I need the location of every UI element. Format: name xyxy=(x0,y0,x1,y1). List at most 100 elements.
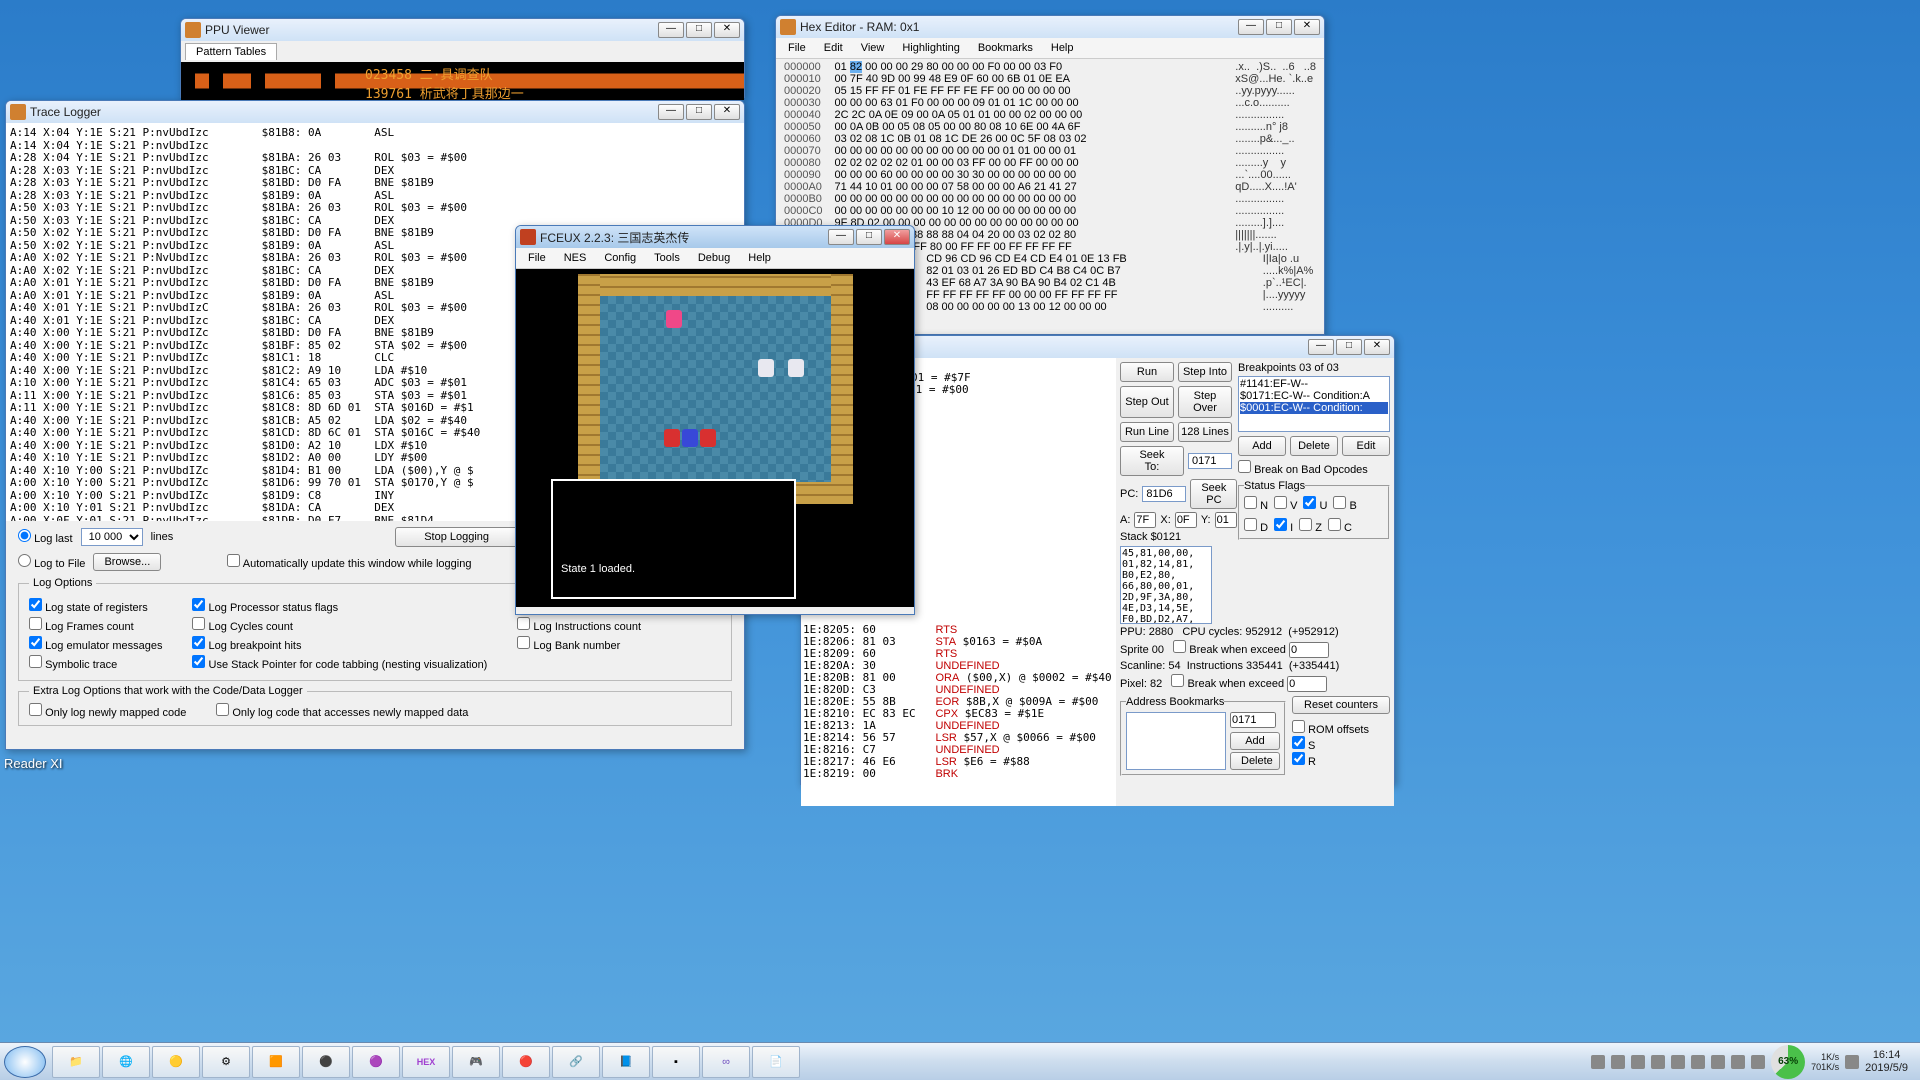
minimize-button[interactable]: — xyxy=(658,22,684,38)
task-vs[interactable]: ∞ xyxy=(702,1046,750,1078)
battery-indicator[interactable]: 63% xyxy=(1771,1045,1805,1079)
opt-symbolic[interactable]: Symbolic trace xyxy=(29,655,162,671)
bookmarks-list[interactable] xyxy=(1126,712,1226,770)
task-fceux[interactable]: 🔴 xyxy=(502,1046,550,1078)
menu-debug[interactable]: Debug xyxy=(690,250,738,266)
opt-instr-count[interactable]: Log Instructions count xyxy=(517,617,669,633)
browse-button[interactable]: Browse... xyxy=(93,553,161,571)
opt-bank-num[interactable]: Log Bank number xyxy=(517,636,669,652)
task-chrome[interactable]: 🟡 xyxy=(152,1046,200,1078)
tray-icon[interactable] xyxy=(1611,1055,1625,1069)
bp-edit-button[interactable]: Edit xyxy=(1342,436,1390,456)
menu-help[interactable]: Help xyxy=(1043,40,1082,56)
menu-edit[interactable]: Edit xyxy=(816,40,851,56)
maximize-button[interactable]: □ xyxy=(1266,19,1292,35)
task-app[interactable]: 🟣 xyxy=(352,1046,400,1078)
tray-icon[interactable] xyxy=(1691,1055,1705,1069)
close-button[interactable]: ✕ xyxy=(714,22,740,38)
break-exceed-2[interactable]: Break when exceed xyxy=(1171,678,1284,690)
close-button[interactable]: ✕ xyxy=(1294,19,1320,35)
reg-y[interactable] xyxy=(1215,512,1237,528)
menu-tools[interactable]: Tools xyxy=(646,250,688,266)
menu-highlighting[interactable]: Highlighting xyxy=(894,40,967,56)
task-app[interactable]: 🔗 xyxy=(552,1046,600,1078)
task-app[interactable]: 📄 xyxy=(752,1046,800,1078)
step-into-button[interactable]: Step Into xyxy=(1178,362,1232,382)
trace-titlebar[interactable]: Trace Logger — □ ✕ xyxy=(6,101,744,123)
pc-input[interactable] xyxy=(1142,486,1186,502)
close-button[interactable]: ✕ xyxy=(884,229,910,245)
flag-v[interactable]: V xyxy=(1274,496,1297,512)
task-app[interactable]: ⚫ xyxy=(302,1046,350,1078)
flag-i[interactable]: I xyxy=(1274,518,1293,534)
run-line-button[interactable]: Run Line xyxy=(1120,422,1174,442)
auto-update-check[interactable]: Automatically update this window while l… xyxy=(227,554,471,570)
flag-d[interactable]: D xyxy=(1244,518,1268,534)
hex-titlebar[interactable]: Hex Editor - RAM: 0x1 — □ ✕ xyxy=(776,16,1324,38)
seek-to-button[interactable]: Seek To: xyxy=(1120,446,1184,476)
seek-pc-button[interactable]: Seek PC xyxy=(1190,479,1237,509)
log-last-count[interactable]: 10 000 xyxy=(81,528,143,546)
bp-delete-button[interactable]: Delete xyxy=(1290,436,1338,456)
s-check[interactable]: S xyxy=(1292,736,1390,752)
tray-icon[interactable] xyxy=(1591,1055,1605,1069)
task-app[interactable]: 🟧 xyxy=(252,1046,300,1078)
pattern-table-view[interactable]: 023458 二·具调查队139761 析武将丁具那边一 xyxy=(181,62,744,100)
maximize-button[interactable]: □ xyxy=(856,229,882,245)
break-exceed-1[interactable]: Break when exceed xyxy=(1173,644,1286,656)
tab-pattern-tables[interactable]: Pattern Tables xyxy=(185,43,277,60)
flag-n[interactable]: N xyxy=(1244,496,1268,512)
opt-frames[interactable]: Log Frames count xyxy=(29,617,162,633)
opt-registers[interactable]: Log state of registers xyxy=(29,598,162,614)
opt-newly-mapped-data[interactable]: Only log code that accesses newly mapped… xyxy=(216,703,468,719)
reg-x[interactable] xyxy=(1175,512,1197,528)
break-exceed-1-val[interactable] xyxy=(1289,642,1329,658)
opt-cycles[interactable]: Log Cycles count xyxy=(192,617,487,633)
log-last-radio[interactable]: Log last xyxy=(18,529,73,545)
bp-add-button[interactable]: Add xyxy=(1238,436,1286,456)
game-viewport[interactable]: State 1 loaded. xyxy=(516,269,914,607)
step-out-button[interactable]: Step Out xyxy=(1120,386,1174,418)
opt-status-flags[interactable]: Log Processor status flags xyxy=(192,598,487,614)
tray-icon[interactable] xyxy=(1731,1055,1745,1069)
minimize-button[interactable]: — xyxy=(1308,339,1334,355)
flag-z[interactable]: Z xyxy=(1299,518,1322,534)
opt-emu-msgs[interactable]: Log emulator messages xyxy=(29,636,162,652)
menu-view[interactable]: View xyxy=(853,40,893,56)
stack-view[interactable]: 45,81,00,00, 01,82,14,81, B0,E2,80, 66,8… xyxy=(1120,546,1212,624)
start-button[interactable] xyxy=(4,1046,46,1078)
menu-config[interactable]: Config xyxy=(596,250,644,266)
tray-icon[interactable] xyxy=(1671,1055,1685,1069)
menu-file[interactable]: File xyxy=(780,40,814,56)
close-button[interactable]: ✕ xyxy=(1364,339,1390,355)
fceux-titlebar[interactable]: FCEUX 2.2.3: 三国志英杰传 — □ ✕ xyxy=(516,226,914,248)
task-cmd[interactable]: ▪ xyxy=(652,1046,700,1078)
bookmark-add[interactable]: Add xyxy=(1230,732,1280,750)
minimize-button[interactable]: — xyxy=(828,229,854,245)
menu-bookmarks[interactable]: Bookmarks xyxy=(970,40,1041,56)
menu-file[interactable]: File xyxy=(520,250,554,266)
breakpoints-list[interactable]: #1141:EF-W--$0171:EC-W-- Condition:A$000… xyxy=(1238,376,1390,432)
task-ie[interactable]: 🌐 xyxy=(102,1046,150,1078)
tray-icon[interactable] xyxy=(1631,1055,1645,1069)
clock[interactable]: 16:142019/5/9 xyxy=(1865,1049,1908,1075)
run-button[interactable]: Run xyxy=(1120,362,1174,382)
tray-icon[interactable] xyxy=(1711,1055,1725,1069)
reg-a[interactable] xyxy=(1134,512,1156,528)
break-exceed-2-val[interactable] xyxy=(1287,676,1327,692)
flag-b[interactable]: B xyxy=(1333,496,1356,512)
menu-help[interactable]: Help xyxy=(740,250,779,266)
bookmark-input[interactable] xyxy=(1230,712,1276,728)
flag-c[interactable]: C xyxy=(1328,518,1352,534)
minimize-button[interactable]: — xyxy=(1238,19,1264,35)
maximize-button[interactable]: □ xyxy=(686,22,712,38)
tray-icon[interactable] xyxy=(1751,1055,1765,1069)
step-over-button[interactable]: Step Over xyxy=(1178,386,1232,418)
128-lines-button[interactable]: 128 Lines xyxy=(1178,422,1232,442)
reset-counters-button[interactable]: Reset counters xyxy=(1292,696,1390,714)
opt-newly-mapped[interactable]: Only log newly mapped code xyxy=(29,703,186,719)
maximize-button[interactable]: □ xyxy=(1336,339,1362,355)
maximize-button[interactable]: □ xyxy=(686,104,712,120)
r-check[interactable]: R xyxy=(1292,752,1390,768)
minimize-button[interactable]: — xyxy=(658,104,684,120)
